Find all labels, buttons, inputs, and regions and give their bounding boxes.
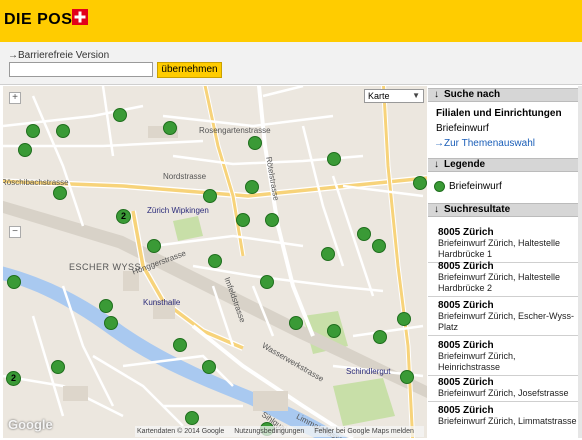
result-desc: Briefeinwurf Zürich, Escher-Wyss-Platz: [438, 311, 574, 332]
mailbox-marker[interactable]: [208, 254, 222, 268]
place-label: Schindlergut: [346, 367, 391, 376]
google-logo: Google: [8, 417, 53, 432]
accessible-version-link[interactable]: →Barrierefreie Version: [8, 50, 109, 61]
arrow-down-icon: ↓: [434, 159, 439, 170]
mailbox-marker[interactable]: [173, 338, 187, 352]
result-item[interactable]: 8005 Zürich Briefeinwurf Zürich, Heinric…: [428, 340, 578, 376]
arrow-down-icon: ↓: [434, 204, 439, 215]
place-label: Kunsthalle: [143, 298, 181, 307]
result-item[interactable]: 8005 Zürich Briefeinwurf Zürich, Josefst…: [428, 377, 578, 402]
mailbox-marker[interactable]: [236, 213, 250, 227]
legend-label: Briefeinwurf: [449, 181, 502, 192]
result-city: 8005 Zürich: [438, 340, 494, 351]
result-desc: Briefeinwurf Zürich, Limmatstrasse: [438, 416, 577, 426]
mailbox-marker[interactable]: [56, 124, 70, 138]
mailbox-marker[interactable]: [248, 136, 262, 150]
results-section-header[interactable]: ↓ Suchresultate: [428, 203, 578, 217]
mailbox-marker[interactable]: [203, 189, 217, 203]
map-canvas[interactable]: + − Karte ▼ Röschibachstrasse Rosengarte…: [3, 86, 427, 438]
result-item[interactable]: 8005 Zürich Briefeinwurf Zürich, Haltest…: [428, 261, 578, 297]
search-title: Filialen und Einrichtungen: [436, 108, 562, 119]
report-error-link[interactable]: Fehler bei Google Maps melden: [314, 428, 414, 435]
mailbox-marker[interactable]: [289, 316, 303, 330]
theme-selection-link[interactable]: →Zur Themenauswahl: [434, 138, 535, 149]
result-city: 8005 Zürich: [438, 227, 494, 238]
mailbox-marker[interactable]: [357, 227, 371, 241]
swiss-cross-icon: [72, 9, 88, 25]
result-item[interactable]: 8005 Zürich Briefeinwurf Zürich, Limmats…: [428, 405, 578, 429]
search-section-header[interactable]: ↓ Suche nach: [428, 88, 578, 102]
result-desc: Briefeinwurf Zürich, Josefstrasse: [438, 388, 569, 398]
mailbox-marker[interactable]: [413, 176, 427, 190]
mailbox-marker[interactable]: [7, 275, 21, 289]
chevron-down-icon: ▼: [412, 91, 420, 100]
mailbox-marker[interactable]: [265, 213, 279, 227]
mailbox-marker[interactable]: [147, 239, 161, 253]
mailbox-marker[interactable]: [397, 312, 411, 326]
district-label: ESCHER WYSS: [69, 262, 142, 272]
result-desc: Briefeinwurf Zürich, Haltestelle Hardbrü…: [438, 238, 561, 259]
mailbox-marker[interactable]: [202, 360, 216, 374]
terms-link[interactable]: Nutzungsbedingungen: [234, 428, 304, 435]
zoom-out-button[interactable]: −: [9, 226, 21, 238]
result-city: 8005 Zürich: [438, 377, 494, 388]
mailbox-marker[interactable]: [185, 411, 199, 425]
accessible-version-input[interactable]: [9, 62, 153, 77]
result-item[interactable]: 8005 Zürich Briefeinwurf Zürich, Haltest…: [428, 227, 578, 263]
result-desc: Briefeinwurf Zürich, Heinrichstrasse: [438, 351, 516, 372]
mailbox-marker[interactable]: [321, 247, 335, 261]
map-type-value: Karte: [368, 91, 390, 101]
map-type-select[interactable]: Karte ▼: [364, 89, 424, 103]
post-header: DIE POST: [0, 0, 582, 42]
result-city: 8005 Zürich: [438, 261, 494, 272]
mailbox-marker[interactable]: [373, 330, 387, 344]
mailbox-marker[interactable]: [18, 143, 32, 157]
mailbox-marker[interactable]: [163, 121, 177, 135]
mailbox-marker[interactable]: [372, 239, 386, 253]
zoom-in-button[interactable]: +: [9, 92, 21, 104]
legend-section-header[interactable]: ↓ Legende: [428, 158, 578, 172]
result-city: 8005 Zürich: [438, 300, 494, 311]
mailbox-marker[interactable]: [400, 370, 414, 384]
mailbox-marker[interactable]: [99, 299, 113, 313]
mailbox-marker[interactable]: [260, 275, 274, 289]
search-value: Briefeinwurf: [436, 123, 489, 134]
sidebar-scrollbar[interactable]: [578, 86, 582, 438]
place-label: Zürich Wipkingen: [147, 206, 209, 215]
result-desc: Briefeinwurf Zürich, Haltestelle Hardbrü…: [438, 272, 561, 293]
mailbox-marker[interactable]: [327, 324, 341, 338]
cluster-marker[interactable]: 2: [116, 209, 131, 224]
result-city: 8005 Zürich: [438, 405, 494, 416]
mailbox-marker[interactable]: [53, 186, 67, 200]
street-label: Rosengartenstrasse: [199, 126, 271, 135]
legend-marker-icon: [434, 181, 445, 192]
sidebar: ↓ Suche nach Filialen und Einrichtungen B…: [428, 86, 578, 438]
map-data-credit: Kartendaten © 2014 Google: [137, 428, 225, 435]
post-logo-text: DIE POST: [4, 11, 83, 28]
map-attribution: Kartendaten © 2014 Google Nutzungsbeding…: [135, 426, 424, 437]
result-item[interactable]: 8005 Zürich Briefeinwurf Zürich, Escher-…: [428, 300, 578, 336]
arrow-down-icon: ↓: [434, 89, 439, 100]
cluster-marker[interactable]: 2: [6, 371, 21, 386]
mailbox-marker[interactable]: [245, 180, 259, 194]
mailbox-marker[interactable]: [26, 124, 40, 138]
mailbox-marker[interactable]: [327, 152, 341, 166]
street-label: Nordstrasse: [163, 172, 207, 181]
apply-button[interactable]: übernehmen: [157, 62, 222, 78]
mailbox-marker[interactable]: [104, 316, 118, 330]
mailbox-marker[interactable]: [113, 108, 127, 122]
mailbox-marker[interactable]: [51, 360, 65, 374]
